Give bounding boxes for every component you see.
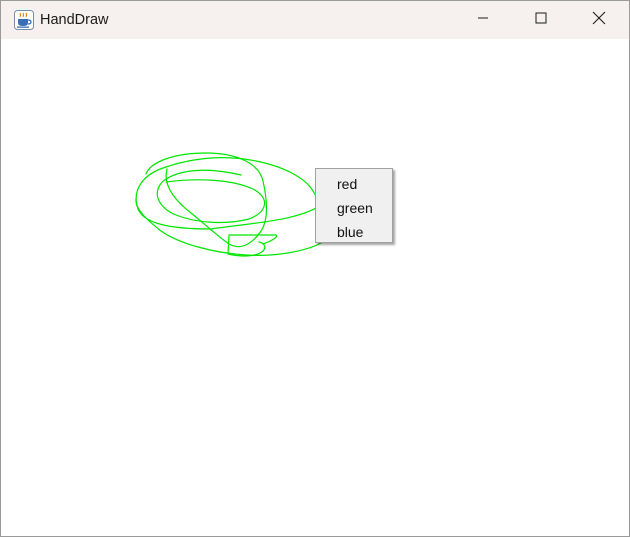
color-popup-menu: red green blue <box>315 168 393 243</box>
menu-item-green[interactable]: green <box>316 196 392 220</box>
stroke-outer-loop <box>135 157 325 230</box>
handdraw-window: HandDraw red green blue <box>0 0 630 537</box>
maximize-icon <box>535 11 547 29</box>
stroke-small-loop <box>227 234 278 257</box>
close-icon <box>592 11 606 30</box>
menu-item-blue[interactable]: blue <box>316 220 392 244</box>
drawing-canvas[interactable]: red green blue <box>1 39 629 536</box>
minimize-icon <box>477 11 489 29</box>
freehand-drawing <box>135 152 331 257</box>
menu-item-red[interactable]: red <box>316 172 392 196</box>
java-cup-icon <box>14 10 34 30</box>
minimize-button[interactable] <box>454 1 512 39</box>
green-strokes <box>135 152 331 257</box>
title-bar[interactable]: HandDraw <box>1 1 629 39</box>
close-button[interactable] <box>570 1 628 39</box>
maximize-button[interactable] <box>512 1 570 39</box>
stroke-tail <box>135 198 331 256</box>
window-title: HandDraw <box>40 12 109 28</box>
